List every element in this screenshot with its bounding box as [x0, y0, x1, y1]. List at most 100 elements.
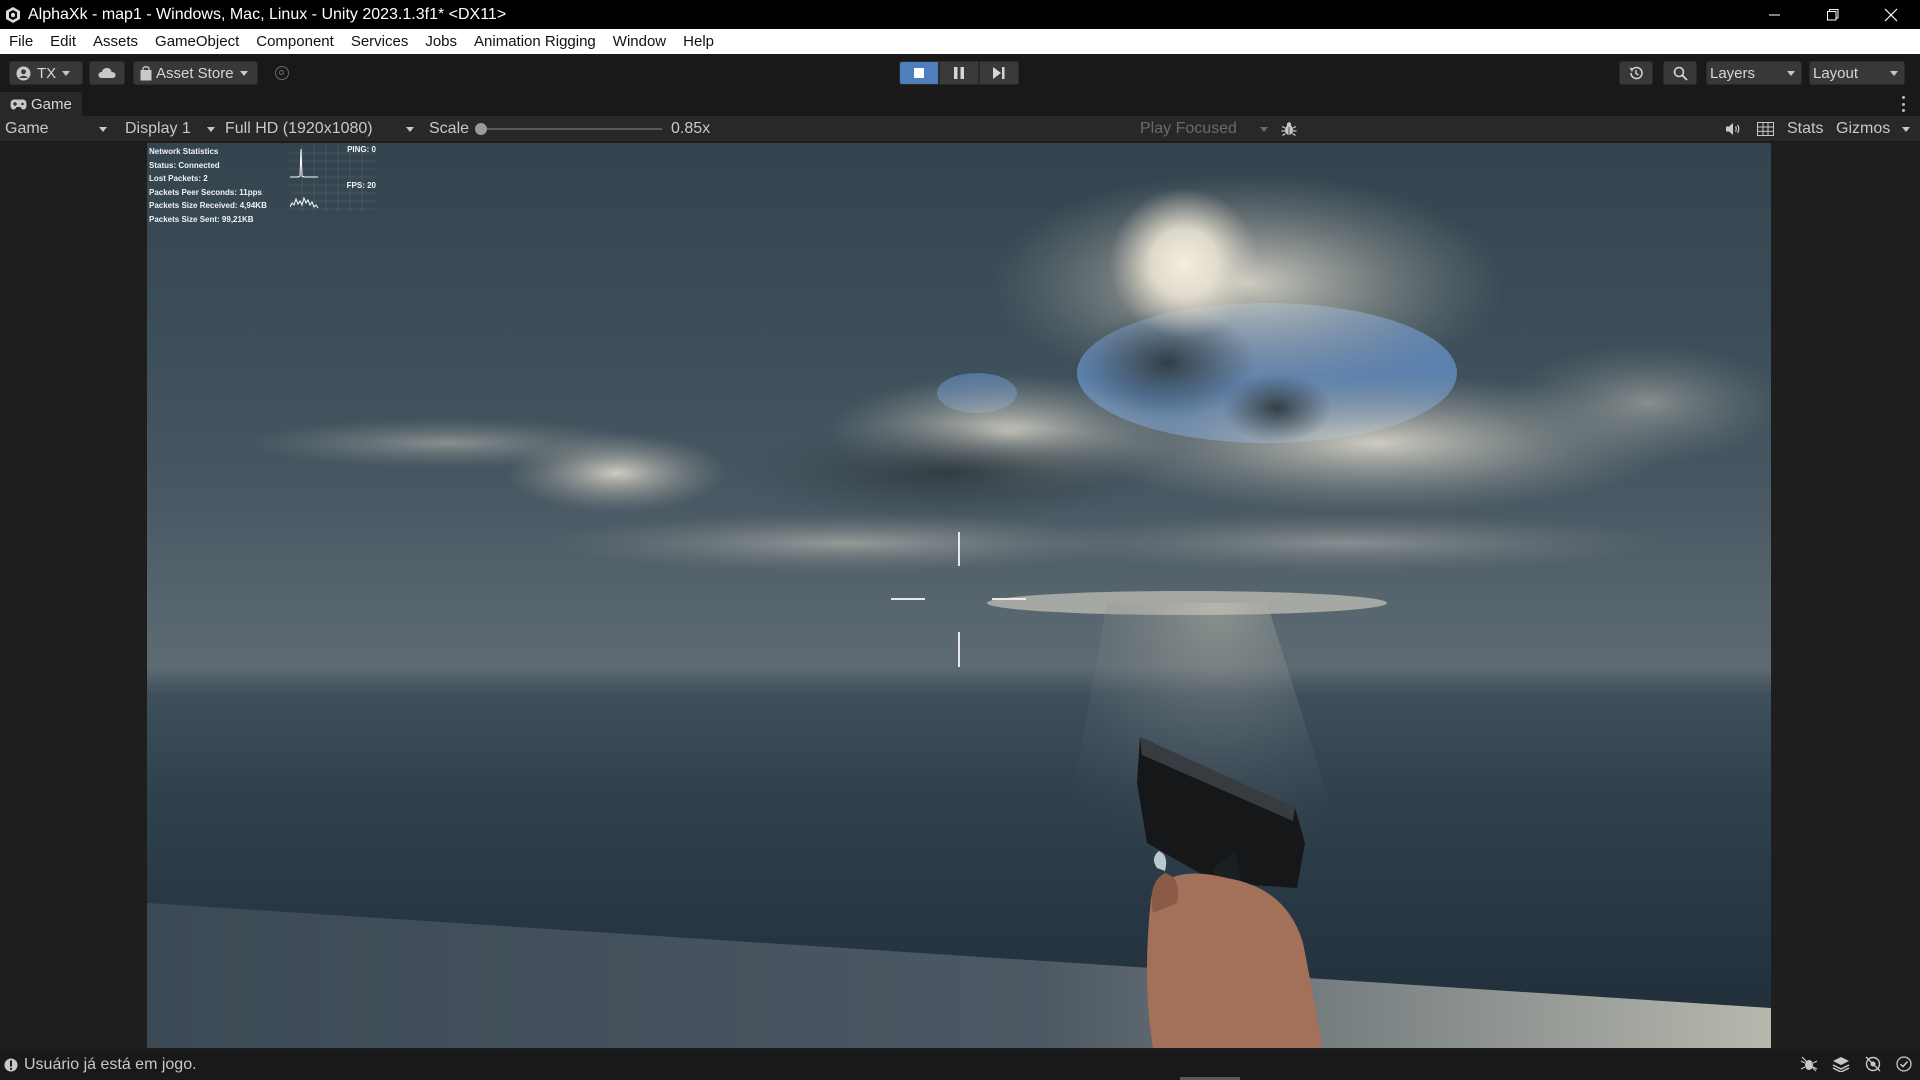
pause-button[interactable] [939, 61, 979, 85]
menu-file[interactable]: File [9, 33, 33, 50]
netstats-title: Network Statistics [149, 147, 219, 156]
cloud [1027, 513, 1667, 573]
asset-store-dropdown[interactable]: Asset Store [133, 61, 258, 85]
cloud-button[interactable] [89, 61, 125, 85]
menu-services[interactable]: Services [351, 33, 409, 50]
layout-label: Layout [1813, 64, 1859, 82]
display-select-label: Display 1 [125, 120, 191, 137]
tab-strip: Game [0, 92, 1920, 116]
collab-icon[interactable] [275, 66, 289, 80]
netstats-packets-per-second: Packets Peer Seconds: 11pps [149, 187, 262, 197]
chevron-down-icon [1787, 70, 1795, 76]
cloud [1222, 373, 1332, 443]
account-label: TX [37, 64, 57, 82]
menu-help[interactable]: Help [683, 33, 714, 50]
menu-gameobject[interactable]: GameObject [155, 33, 239, 50]
crosshair-bottom [958, 632, 960, 667]
menu-edit[interactable]: Edit [50, 33, 76, 50]
chevron-down-icon [1890, 70, 1898, 76]
chevron-down-icon [406, 127, 414, 132]
netstats-status: Status: Connected [149, 160, 220, 170]
shopping-bag-icon [140, 65, 152, 80]
resolution-select-label: Full HD (1920x1080) [225, 120, 373, 137]
network-statistics-panel: Network Statistics Status: Connected Los… [149, 145, 267, 226]
tab-game[interactable]: Game [0, 92, 82, 116]
display-select[interactable]: Display 1 [125, 116, 216, 142]
account-dropdown[interactable]: TX [9, 61, 83, 85]
close-button[interactable] [1862, 0, 1920, 29]
netstats-size-received: Packets Size Received: 4,94KB [149, 201, 267, 210]
step-button[interactable] [979, 61, 1019, 85]
restore-button[interactable] [1804, 0, 1862, 29]
crosshair-left [891, 598, 925, 600]
chevron-down-icon [99, 127, 107, 132]
crosshair-top [958, 532, 960, 566]
gizmos-chevron-down-icon[interactable] [1902, 127, 1910, 132]
cloud-icon [98, 68, 116, 78]
undo-history-button[interactable] [1619, 61, 1653, 85]
tab-game-label: Game [31, 95, 72, 113]
close-icon [1884, 8, 1898, 21]
boat-deck [147, 903, 1771, 1048]
menu-assets[interactable]: Assets [93, 33, 138, 50]
check-circle-icon[interactable] [1896, 1056, 1912, 1072]
menu-component[interactable]: Component [256, 33, 334, 50]
history-icon [1629, 66, 1643, 80]
status-icons [1800, 1056, 1912, 1072]
unity-logo-icon [6, 6, 20, 23]
scale-label: Scale [429, 120, 470, 137]
more-options-icon[interactable] [1902, 96, 1906, 112]
play-stop-button[interactable] [899, 61, 939, 85]
asset-store-label: Asset Store [156, 64, 234, 82]
menu-window[interactable]: Window [613, 33, 666, 50]
scale-value: 0.85x [671, 120, 711, 137]
ping-label: PING: 0 [347, 145, 376, 154]
game-viewport[interactable] [147, 143, 1771, 1048]
sun [1109, 188, 1259, 338]
mute-audio-button[interactable] [1725, 116, 1741, 142]
gamepad-icon [10, 99, 27, 109]
play-mode-select[interactable]: Play Focused [1140, 116, 1269, 142]
chevron-down-icon [239, 70, 248, 76]
pause-icon [954, 67, 964, 79]
speaker-icon [1726, 123, 1740, 135]
menu-animation-rigging[interactable]: Animation Rigging [474, 33, 596, 50]
debug-mode-icon[interactable] [1800, 1056, 1818, 1072]
info-icon [4, 1058, 18, 1071]
play-mode-label: Play Focused [1140, 120, 1237, 137]
gizmos-button[interactable]: Gizmos [1836, 116, 1890, 142]
account-icon [16, 66, 31, 80]
ocean-scene [147, 173, 1771, 1048]
stats-button[interactable]: Stats [1787, 116, 1823, 142]
restore-icon [1827, 8, 1839, 20]
cache-server-icon[interactable] [1832, 1056, 1850, 1072]
auto-generate-lighting-icon[interactable] [1864, 1056, 1882, 1072]
scale-slider-knob[interactable] [475, 123, 487, 135]
netstats-size-sent: Packets Size Sent: 99,21KB [149, 214, 254, 224]
scale-slider-track[interactable] [480, 128, 662, 130]
crosshair-right [992, 598, 1026, 600]
window-controls [1746, 0, 1920, 29]
layout-dropdown[interactable]: Layout [1809, 61, 1905, 85]
chevron-down-icon [62, 70, 71, 76]
network-graph: PING: 0 FPS: 20 [290, 145, 376, 213]
stop-icon [914, 68, 924, 78]
graph-lines [290, 145, 376, 213]
view-select-label: Game [5, 120, 49, 137]
bug-icon [1281, 122, 1297, 136]
menu-jobs[interactable]: Jobs [425, 33, 457, 50]
minimize-button[interactable] [1746, 0, 1804, 29]
cloud [727, 423, 1167, 523]
grid-toggle-button[interactable] [1757, 116, 1774, 142]
layers-label: Layers [1710, 64, 1756, 82]
chevron-down-icon [207, 127, 215, 132]
view-select[interactable]: Game [5, 116, 110, 142]
debug-button[interactable] [1281, 116, 1297, 142]
minimize-icon [1769, 14, 1780, 15]
step-forward-icon [993, 67, 1005, 79]
cloud [247, 418, 647, 468]
resolution-select[interactable]: Full HD (1920x1080) [225, 116, 415, 142]
search-button[interactable] [1663, 61, 1697, 85]
layers-dropdown[interactable]: Layers [1706, 61, 1802, 85]
netstats-lost-packets: Lost Packets: 2 [149, 174, 208, 183]
